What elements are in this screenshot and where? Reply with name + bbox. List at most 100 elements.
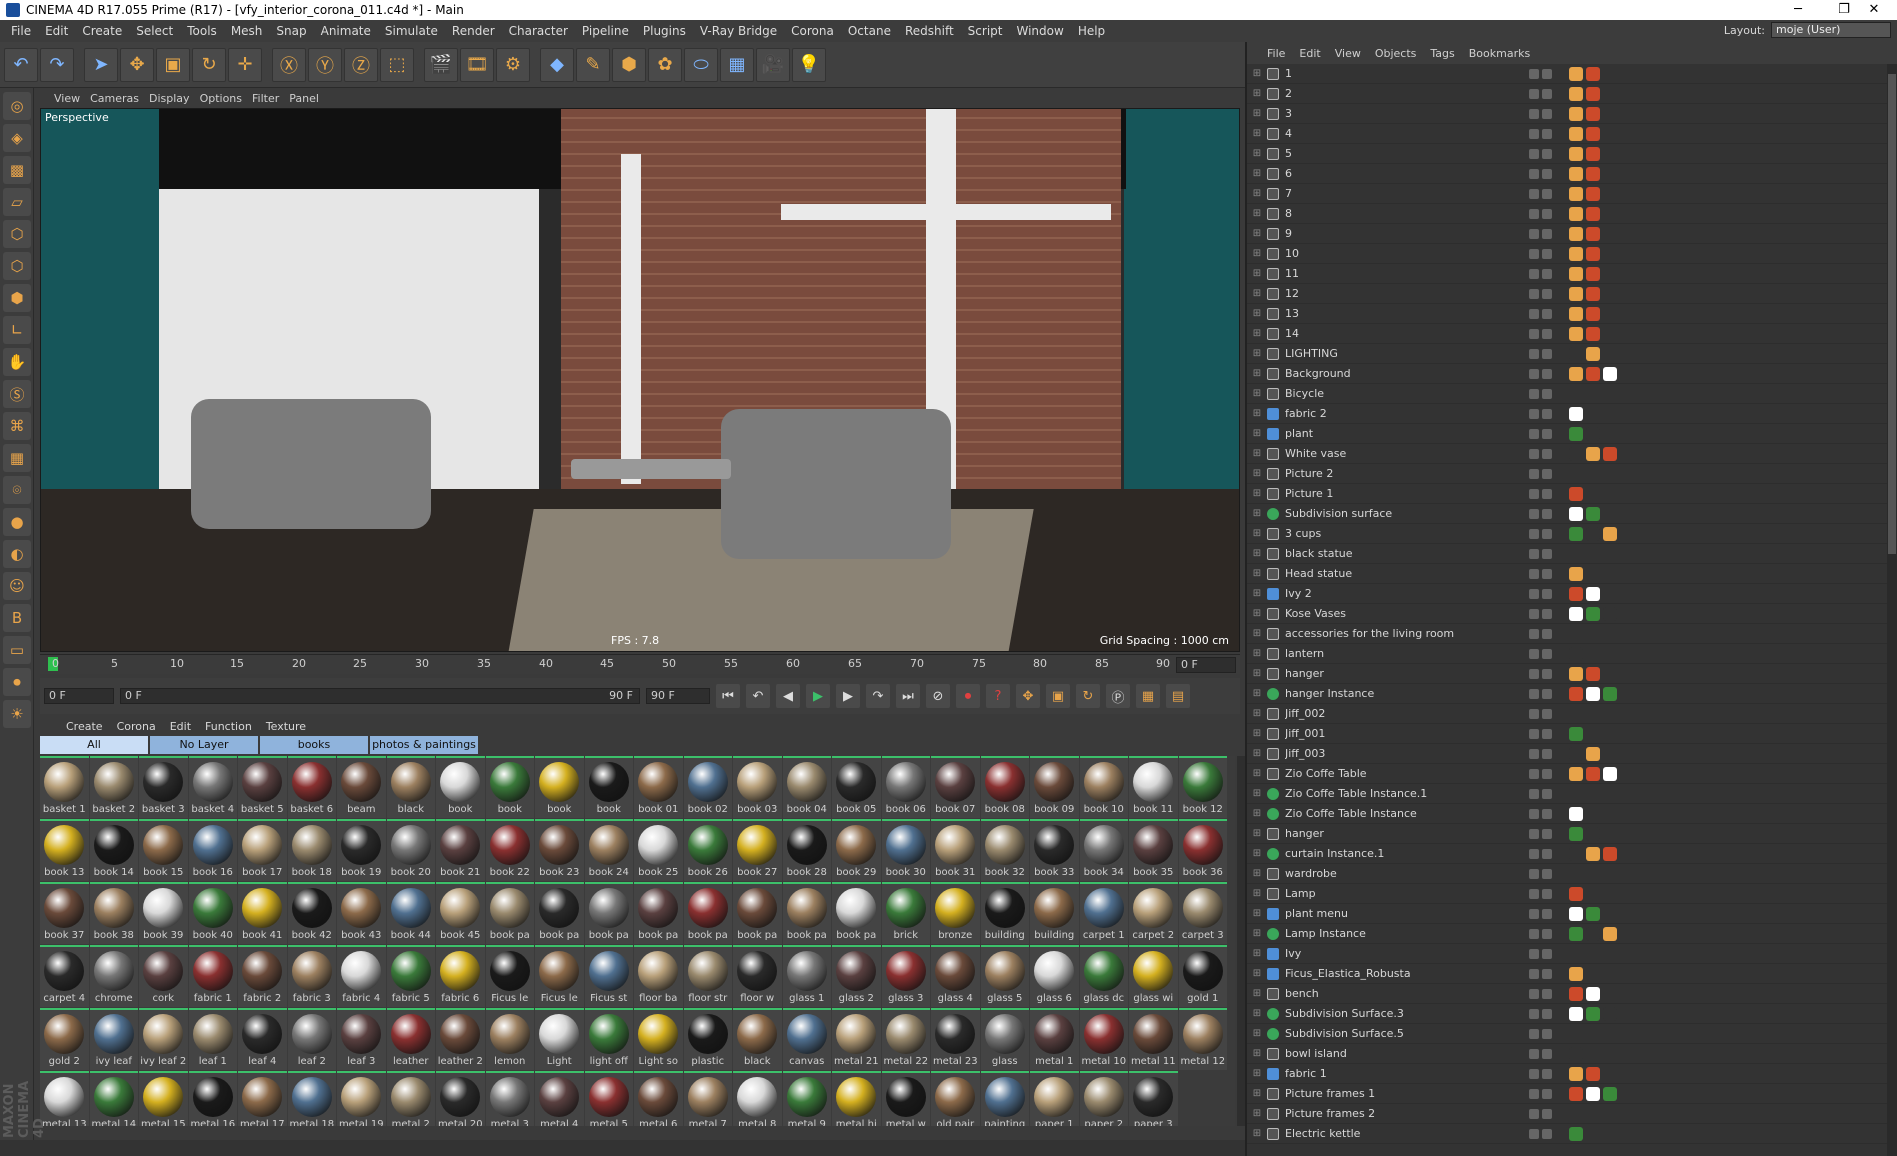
visibility-flags[interactable]: [1529, 208, 1561, 219]
tag-icon[interactable]: [1569, 186, 1583, 201]
start-frame-field[interactable]: 0 F: [44, 688, 114, 704]
render-visibility-icon[interactable]: [1542, 348, 1552, 359]
editor-visibility-icon[interactable]: [1529, 808, 1539, 819]
object-name[interactable]: 4: [1285, 127, 1547, 140]
material-swatch[interactable]: glass 1: [782, 945, 831, 1007]
editor-visibility-icon[interactable]: [1529, 188, 1539, 199]
expand-icon[interactable]: ⊞: [1251, 408, 1263, 419]
object-row[interactable]: ⊞ 12: [1247, 284, 1887, 304]
tag-icon[interactable]: [1586, 106, 1600, 121]
object-row[interactable]: ⊞ 8: [1247, 204, 1887, 224]
expand-icon[interactable]: ⊞: [1251, 168, 1263, 179]
material-swatch[interactable]: book 36: [1178, 819, 1227, 881]
render-visibility-icon[interactable]: [1542, 1108, 1552, 1119]
render-visibility-icon[interactable]: [1542, 1028, 1552, 1039]
viewport-menu-panel[interactable]: Panel: [289, 92, 329, 105]
tag-icon[interactable]: [1586, 286, 1600, 301]
object-row[interactable]: ⊞ Kose Vases: [1247, 604, 1887, 624]
editor-visibility-icon[interactable]: [1529, 928, 1539, 939]
menu-animate[interactable]: Animate: [314, 24, 378, 38]
expand-icon[interactable]: ⊞: [1251, 988, 1263, 999]
material-swatch[interactable]: carpet 2: [1129, 882, 1178, 944]
expand-icon[interactable]: ⊞: [1251, 1068, 1263, 1079]
editor-visibility-icon[interactable]: [1529, 648, 1539, 659]
tag-icon[interactable]: [1569, 126, 1583, 141]
render-visibility-icon[interactable]: [1542, 828, 1552, 839]
render-visibility-icon[interactable]: [1542, 68, 1552, 79]
render-visibility-icon[interactable]: [1542, 868, 1552, 879]
render-visibility-icon[interactable]: [1542, 168, 1552, 179]
editor-visibility-icon[interactable]: [1529, 428, 1539, 439]
expand-icon[interactable]: ⊞: [1251, 248, 1263, 259]
tag-icon[interactable]: [1603, 686, 1617, 701]
editor-visibility-icon[interactable]: [1529, 88, 1539, 99]
material-swatch[interactable]: book 08: [980, 756, 1029, 818]
object-name[interactable]: fabric 1: [1285, 1067, 1547, 1080]
material-swatch[interactable]: glass 4: [931, 945, 980, 1007]
render-visibility-icon[interactable]: [1542, 508, 1552, 519]
render-visibility-icon[interactable]: [1542, 368, 1552, 379]
cube-icon[interactable]: ◆: [540, 47, 574, 82]
object-name[interactable]: plant menu: [1285, 907, 1547, 920]
go-to-end-icon[interactable]: ⏭: [896, 684, 920, 708]
material-swatch[interactable]: Ficus le: [535, 945, 584, 1007]
editor-visibility-icon[interactable]: [1529, 588, 1539, 599]
editor-visibility-icon[interactable]: [1529, 368, 1539, 379]
object-name[interactable]: 3 cups: [1285, 527, 1547, 540]
tag-icon[interactable]: [1603, 1006, 1617, 1021]
tag-icon[interactable]: [1569, 606, 1583, 621]
material-swatch[interactable]: book 12: [1178, 756, 1227, 818]
tag-icon[interactable]: [1569, 446, 1583, 461]
object-name[interactable]: fabric 2: [1285, 407, 1547, 420]
object-name[interactable]: Lamp: [1285, 887, 1547, 900]
material-swatch[interactable]: leaf 2: [287, 1008, 336, 1070]
autokey-icon[interactable]: ⏺: [956, 684, 980, 708]
object-row[interactable]: ⊞ Jiff_002: [1247, 704, 1887, 724]
tag-icon[interactable]: [1569, 746, 1583, 761]
material-swatch[interactable]: metal 11: [1129, 1008, 1178, 1070]
coordinate-system-icon[interactable]: ⬚: [380, 47, 414, 82]
object-row[interactable]: ⊞ fabric 2: [1247, 404, 1887, 424]
object-row[interactable]: ⊞ bench: [1247, 984, 1887, 1004]
material-swatch[interactable]: fabric 5: [386, 945, 435, 1007]
end-frame-field[interactable]: 90 F: [646, 688, 710, 704]
material-swatch[interactable]: glass dc: [1079, 945, 1128, 1007]
scale-icon[interactable]: ▣: [156, 47, 190, 82]
object-row[interactable]: ⊞ Bicycle: [1247, 384, 1887, 404]
material-swatch[interactable]: carpet 3: [1178, 882, 1227, 944]
object-name[interactable]: Lamp Instance: [1285, 927, 1547, 940]
edges-mode-icon[interactable]: ⬡: [3, 252, 31, 280]
editor-visibility-icon[interactable]: [1529, 248, 1539, 259]
expand-icon[interactable]: ⊞: [1251, 668, 1263, 679]
tag-icon[interactable]: [1586, 146, 1600, 161]
figure-icon[interactable]: ☺: [3, 572, 31, 600]
material-swatch[interactable]: brick: [881, 882, 930, 944]
visibility-flags[interactable]: [1529, 668, 1561, 679]
render-visibility-icon[interactable]: [1542, 1008, 1552, 1019]
tag-icon[interactable]: [1603, 606, 1617, 621]
previous-frame-icon[interactable]: ◀: [776, 684, 800, 708]
tag-icon[interactable]: [1569, 206, 1583, 221]
material-swatch[interactable]: book 43: [337, 882, 386, 944]
material-swatch[interactable]: book: [485, 756, 534, 818]
render-visibility-icon[interactable]: [1542, 768, 1552, 779]
material-swatch[interactable]: metal 10: [1079, 1008, 1128, 1070]
tag-icon[interactable]: [1586, 1006, 1600, 1021]
object-name[interactable]: 2: [1285, 87, 1547, 100]
tag-icon[interactable]: [1586, 126, 1600, 141]
tag-icon[interactable]: [1569, 906, 1583, 921]
material-swatch[interactable]: book 04: [782, 756, 831, 818]
tag-icon[interactable]: [1586, 986, 1600, 1001]
editor-visibility-icon[interactable]: [1529, 988, 1539, 999]
render-visibility-icon[interactable]: [1542, 1068, 1552, 1079]
material-swatch[interactable]: book 32: [980, 819, 1029, 881]
z-axis-icon[interactable]: Ⓩ: [344, 47, 378, 82]
object-row[interactable]: ⊞ Jiff_001: [1247, 724, 1887, 744]
tag-icon[interactable]: [1569, 526, 1583, 541]
material-swatch[interactable]: glass 5: [980, 945, 1029, 1007]
blender-icon[interactable]: B: [3, 604, 31, 632]
visibility-flags[interactable]: [1529, 228, 1561, 239]
material-swatch[interactable]: beam: [337, 756, 386, 818]
object-name[interactable]: 10: [1285, 247, 1547, 260]
om-menu-tags[interactable]: Tags: [1430, 47, 1454, 60]
